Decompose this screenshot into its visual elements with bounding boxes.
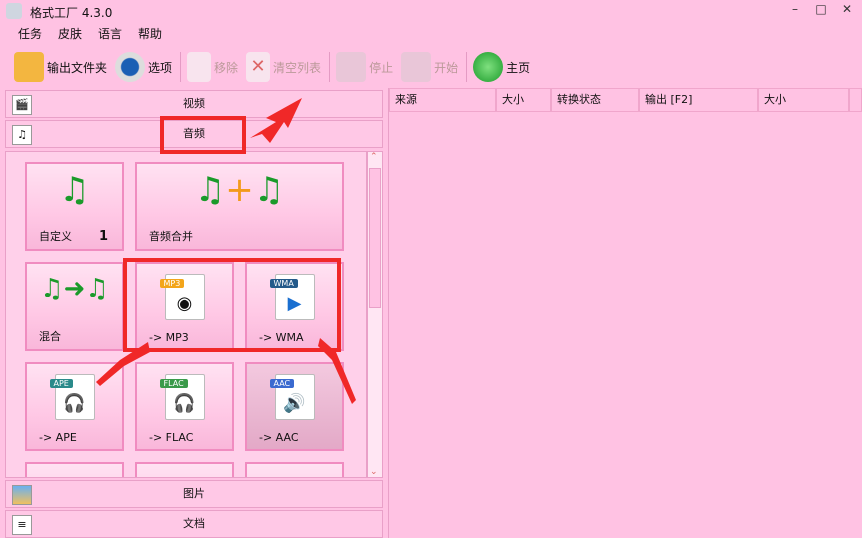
arrow-icon	[96, 342, 150, 386]
arrow-icon	[250, 98, 302, 143]
annotation-arrows	[96, 98, 356, 404]
arrow-icon	[318, 338, 356, 404]
